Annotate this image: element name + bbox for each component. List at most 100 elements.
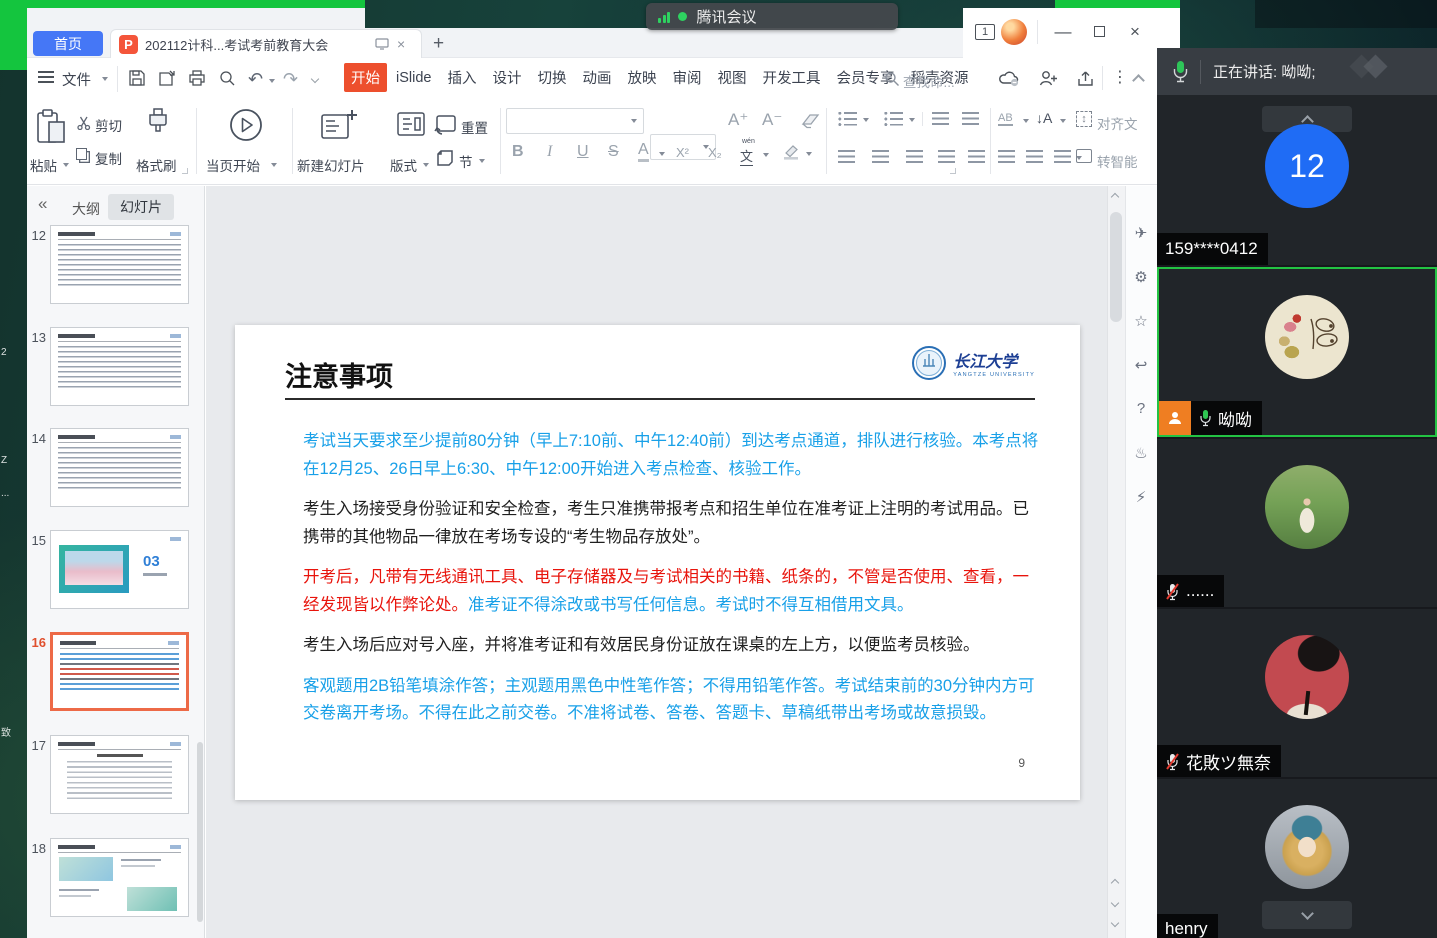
decrease-font-icon[interactable]: A⁻ bbox=[762, 110, 782, 130]
numbered-list-icon[interactable] bbox=[884, 112, 903, 126]
section-button[interactable]: 节 bbox=[459, 151, 473, 171]
more-options-icon[interactable]: ⋮ bbox=[1112, 67, 1128, 87]
copy-button[interactable]: 复制 bbox=[95, 148, 122, 168]
cut-button[interactable]: 剪切 bbox=[95, 115, 122, 135]
format-painter-button[interactable]: 格式刷 bbox=[136, 155, 177, 175]
slide-canvas[interactable]: 注意事项 长江大学 YANGTZE UNIVERSITY 考试当天要求至少提前8… bbox=[235, 325, 1080, 800]
scroll-participants-down-button[interactable] bbox=[1262, 901, 1352, 929]
new-slide-button[interactable]: 新建幻灯片 bbox=[297, 155, 365, 175]
cloud-sync-icon[interactable] bbox=[998, 70, 1022, 88]
smart-graphic-icon[interactable] bbox=[1076, 149, 1092, 163]
document-tab[interactable]: P 202112计科...考试考前教育大会 × bbox=[110, 29, 422, 58]
superscript-button[interactable]: X² bbox=[676, 145, 689, 160]
new-tab-icon[interactable]: + bbox=[433, 33, 444, 55]
boost-tool-icon[interactable]: ⚡ bbox=[1130, 488, 1152, 506]
phonetic-guide-button[interactable]: 文 bbox=[740, 146, 753, 166]
effects-tool-icon[interactable]: ☆ bbox=[1130, 312, 1152, 330]
share-icon[interactable] bbox=[1076, 70, 1095, 87]
present-screen-icon[interactable] bbox=[375, 38, 389, 50]
menu-islide[interactable]: iSlide bbox=[389, 66, 438, 90]
menu-start[interactable]: 开始 bbox=[344, 63, 387, 92]
undo-caret[interactable] bbox=[269, 79, 275, 83]
close-button[interactable]: × bbox=[1120, 19, 1150, 45]
align-text-icon[interactable]: ↕ bbox=[1076, 111, 1092, 127]
menu-transition[interactable]: 切换 bbox=[530, 63, 573, 92]
search-input[interactable]: 查找命... bbox=[903, 71, 955, 91]
align-text-button[interactable]: 对齐文 bbox=[1097, 113, 1138, 133]
paste-button[interactable]: 粘贴 bbox=[30, 155, 57, 175]
slide-thumbnail-18[interactable] bbox=[50, 838, 189, 917]
slide-thumbnail-14[interactable] bbox=[50, 428, 189, 507]
menu-review[interactable]: 审阅 bbox=[665, 63, 708, 92]
underline-button[interactable]: U bbox=[577, 143, 589, 161]
window-switch-icon[interactable]: 1 bbox=[975, 24, 995, 40]
participant-tile-active[interactable]: 呦呦 bbox=[1157, 267, 1437, 437]
line-spacing-icon[interactable] bbox=[1054, 150, 1071, 163]
decrease-indent-icon[interactable] bbox=[932, 112, 949, 125]
copy-icon[interactable] bbox=[76, 148, 87, 160]
replay-tool-icon[interactable]: ↩ bbox=[1130, 356, 1152, 374]
reset-button[interactable]: 重置 bbox=[461, 117, 488, 137]
participant-tile[interactable]: 花敗ツ無奈 bbox=[1157, 609, 1437, 777]
participant-tile[interactable]: henry bbox=[1157, 779, 1437, 938]
align-right-icon[interactable] bbox=[906, 150, 923, 163]
reset-icon[interactable] bbox=[434, 113, 458, 135]
character-border-icon[interactable]: AB bbox=[998, 112, 1013, 126]
home-tab[interactable]: 首页 bbox=[33, 31, 103, 56]
save-as-icon[interactable] bbox=[158, 69, 176, 87]
cut-icon[interactable] bbox=[76, 115, 91, 130]
slide-thumbnail-16-selected[interactable] bbox=[50, 632, 189, 711]
layout-icon[interactable] bbox=[396, 111, 426, 137]
highlight-button[interactable] bbox=[782, 143, 801, 160]
collapse-panel-icon[interactable]: « bbox=[38, 194, 47, 214]
menu-animation[interactable]: 动画 bbox=[575, 63, 618, 92]
slide-thumbnail-15[interactable]: 03 bbox=[50, 530, 189, 609]
new-slide-icon[interactable] bbox=[320, 108, 358, 142]
undo-icon[interactable]: ↶ bbox=[248, 70, 263, 88]
participant-count-badge[interactable]: 12 bbox=[1265, 124, 1349, 208]
scrollbar-thumb[interactable] bbox=[1110, 212, 1122, 322]
redo-icon[interactable]: ↷ bbox=[283, 70, 298, 88]
align-center-icon[interactable] bbox=[872, 150, 889, 163]
layout-button[interactable]: 版式 bbox=[390, 155, 417, 175]
help-icon[interactable]: ? bbox=[1130, 400, 1152, 417]
slide-thumbnail-17[interactable] bbox=[50, 735, 189, 814]
subscript-button[interactable]: X₂ bbox=[708, 145, 722, 160]
format-painter-icon[interactable] bbox=[146, 107, 170, 145]
hamburger-menu-icon[interactable] bbox=[38, 71, 54, 83]
menu-devtools[interactable]: 开发工具 bbox=[755, 63, 827, 92]
font-name-select[interactable] bbox=[506, 108, 644, 134]
distribute-text-icon[interactable] bbox=[968, 150, 985, 163]
line-spacing-add-icon[interactable] bbox=[998, 150, 1015, 163]
slide-thumbnail-13[interactable] bbox=[50, 327, 189, 406]
align-left-icon[interactable] bbox=[838, 150, 855, 163]
tab-slides[interactable]: 幻灯片 bbox=[108, 194, 174, 220]
meeting-floating-bar[interactable]: 腾讯会议 bbox=[646, 3, 898, 30]
menu-design[interactable]: 设计 bbox=[485, 63, 528, 92]
increase-indent-icon[interactable] bbox=[962, 112, 979, 125]
close-tab-icon[interactable]: × bbox=[397, 36, 405, 52]
bold-button[interactable]: B bbox=[512, 143, 524, 161]
print-icon[interactable] bbox=[188, 69, 206, 87]
rocket-tool-icon[interactable]: ✈ bbox=[1130, 224, 1152, 242]
font-color-button[interactable]: A bbox=[638, 141, 649, 162]
panel-scrollbar[interactable] bbox=[197, 742, 203, 922]
file-menu-caret[interactable] bbox=[102, 77, 108, 81]
print-preview-icon[interactable] bbox=[218, 69, 236, 87]
bullet-list-icon[interactable] bbox=[838, 112, 857, 126]
participant-tile[interactable]: ...... bbox=[1157, 439, 1437, 607]
section-icon[interactable] bbox=[436, 149, 454, 167]
minimize-button[interactable]: — bbox=[1048, 19, 1078, 45]
hot-tool-icon[interactable]: ♨ bbox=[1130, 444, 1152, 462]
settings-tool-icon[interactable]: ⚙ bbox=[1130, 268, 1152, 286]
tab-outline[interactable]: 大纲 bbox=[72, 199, 100, 219]
text-direction-icon[interactable]: ↓A bbox=[1036, 110, 1052, 126]
play-from-current-icon[interactable] bbox=[228, 107, 264, 143]
strikethrough-button[interactable]: S bbox=[608, 143, 619, 161]
account-avatar[interactable] bbox=[1001, 19, 1027, 45]
italic-button[interactable]: I bbox=[547, 143, 552, 161]
save-icon[interactable] bbox=[128, 69, 146, 87]
maximize-button[interactable] bbox=[1084, 19, 1114, 45]
file-menu[interactable]: 文件 bbox=[62, 69, 91, 90]
menu-slideshow[interactable]: 放映 bbox=[620, 63, 663, 92]
